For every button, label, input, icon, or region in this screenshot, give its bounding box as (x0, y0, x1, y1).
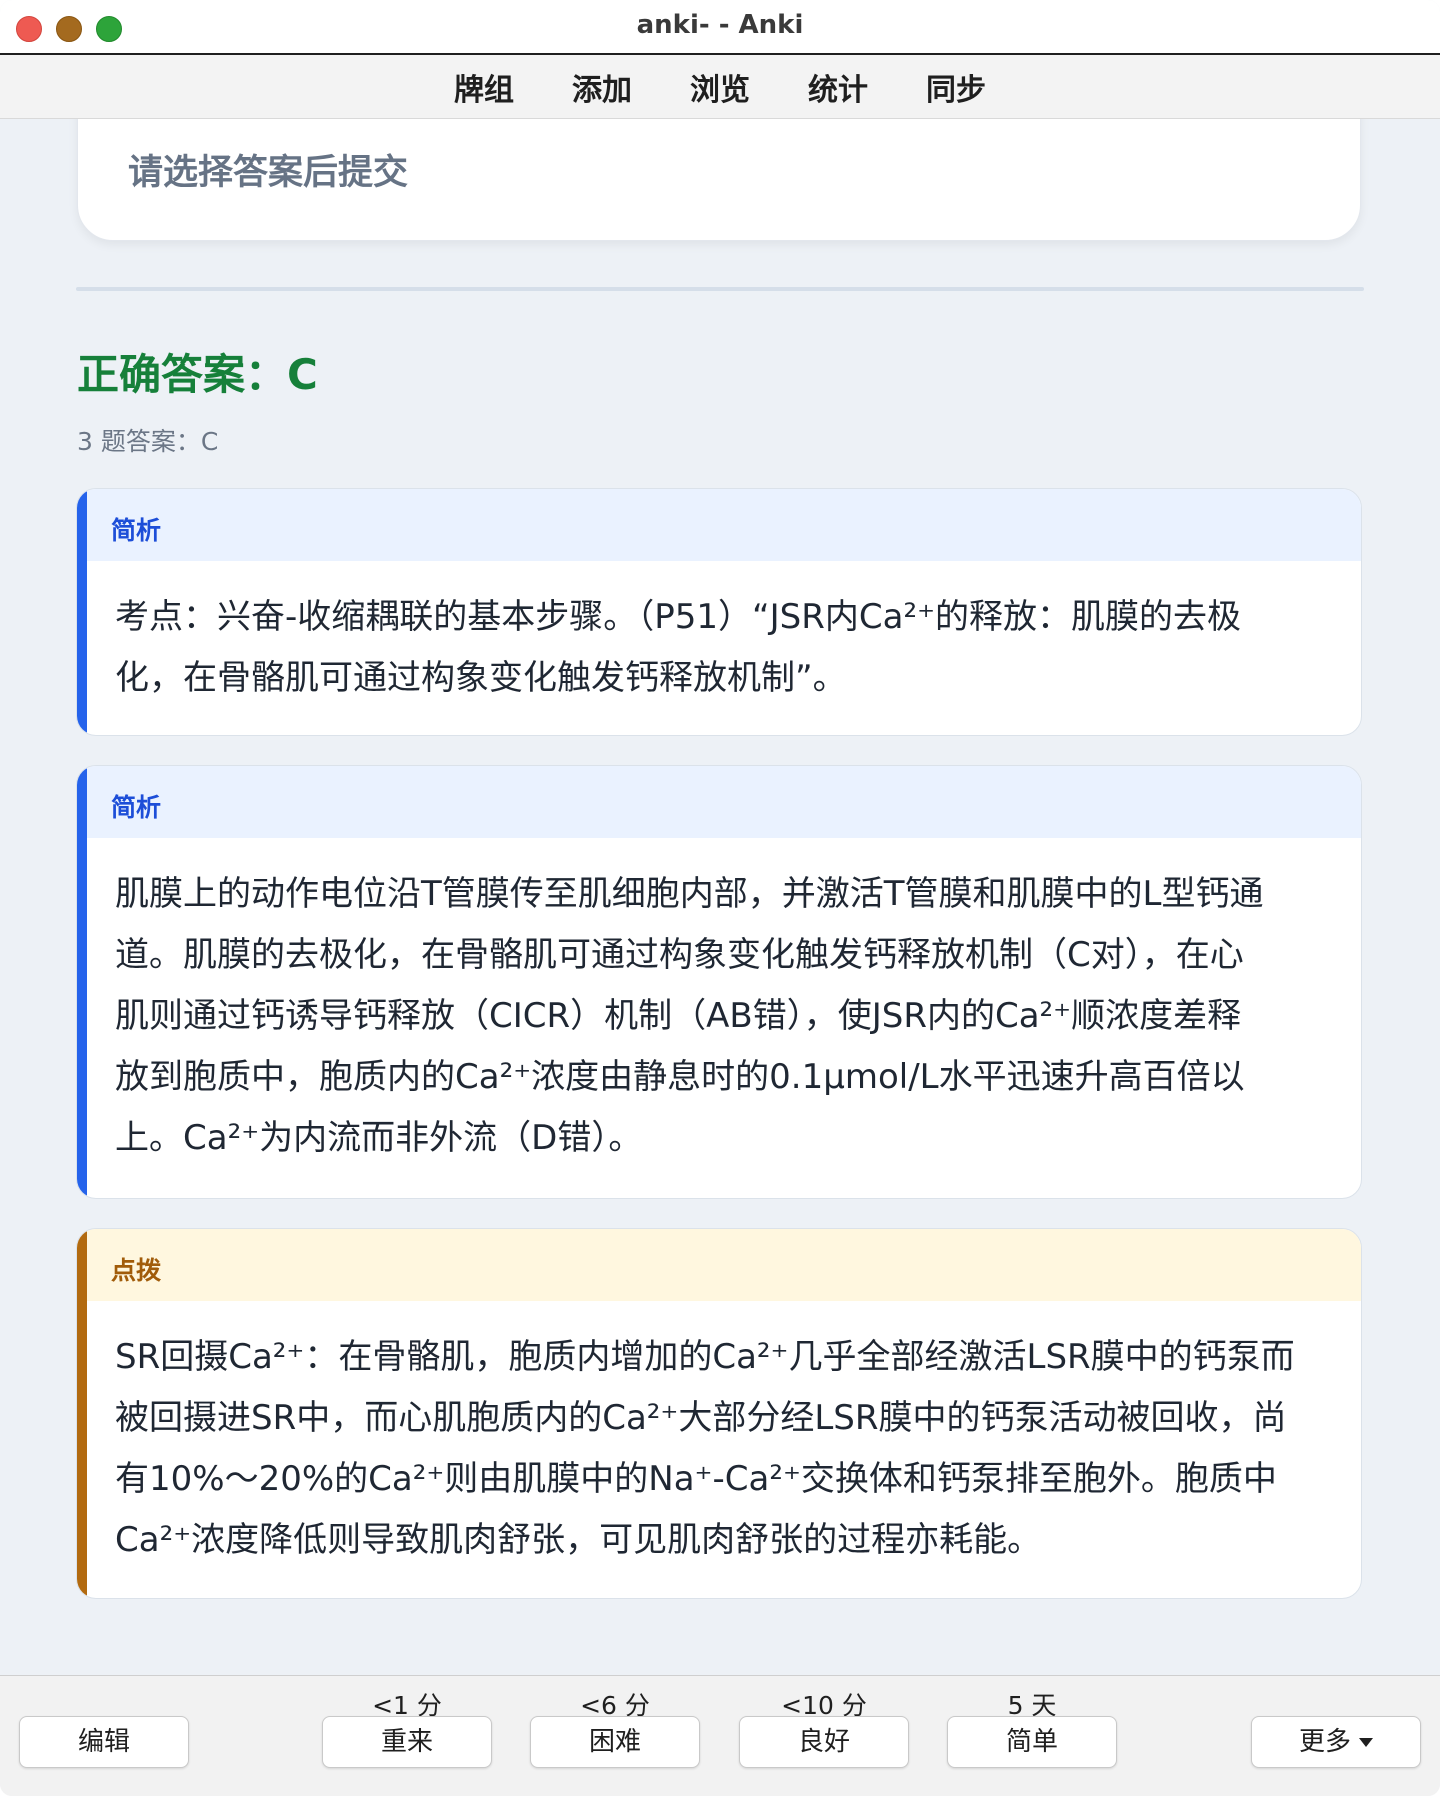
again-button[interactable]: 重来 (322, 1716, 492, 1768)
more-button[interactable]: 更多 (1251, 1716, 1421, 1768)
submit-prompt: 请选择答案后提交 (128, 153, 409, 193)
callout-accent-bar (77, 489, 87, 735)
callout-body: 考点：兴奋-收缩耦联的基本步骤。（P51）“JSR内Ca²⁺的释放：肌膜的去极 … (77, 561, 1361, 709)
chevron-down-icon (1359, 1738, 1373, 1747)
callout-line: 放到胞质中，胞质内的Ca²⁺浓度由静息时的0.1μmol/L水平迅速升高百倍以 (115, 1057, 1245, 1097)
nav-stats[interactable]: 统计 (808, 65, 868, 109)
callout-line: 化，在骨骼肌可通过构象变化触发钙释放机制”。 (115, 658, 847, 698)
card-content[interactable]: 请选择答案后提交 正确答案：C 3 题答案：C 简析 考点：兴奋-收缩耦联的基本… (0, 119, 1440, 1675)
callout-line: 肌则通过钙诱导钙释放（CICR）机制（AB错），使JSR内的Ca²⁺顺浓度差释 (115, 996, 1242, 1036)
callout-body: SR回摄Ca²⁺：在骨骼肌，胞质内增加的Ca²⁺几乎全部经激活LSR膜中的钙泵而… (77, 1301, 1361, 1571)
more-button-label: 更多 (1298, 1727, 1351, 1757)
nav-browse[interactable]: 浏览 (690, 65, 750, 109)
hard-button[interactable]: 困难 (530, 1716, 700, 1768)
callout-line: SR回摄Ca²⁺：在骨骼肌，胞质内增加的Ca²⁺几乎全部经激活LSR膜中的钙泵而 (115, 1337, 1295, 1377)
question-prompt-card: 请选择答案后提交 (77, 119, 1361, 241)
callout-accent-bar (77, 766, 87, 1198)
anki-window: anki- - Anki 牌组 添加 浏览 统计 同步 请选择答案后提交 正确答… (0, 0, 1440, 1796)
callout-accent-bar (77, 1229, 87, 1598)
section-divider (76, 287, 1364, 291)
analysis-callout-1: 简析 考点：兴奋-收缩耦联的基本步骤。（P51）“JSR内Ca²⁺的释放：肌膜的… (76, 488, 1362, 736)
callout-heading: 简析 (77, 766, 1361, 838)
window-title: anki- - Anki (636, 10, 804, 40)
easy-button[interactable]: 简单 (947, 1716, 1117, 1768)
callout-line: 道。肌膜的去极化，在骨骼肌可通过构象变化触发钙释放机制（C对），在心 (115, 935, 1244, 975)
callout-line: 上。Ca²⁺为内流而非外流（D错）。 (115, 1118, 643, 1158)
nav-sync[interactable]: 同步 (926, 65, 986, 109)
callout-line: Ca²⁺浓度降低则导致肌肉舒张，可见肌肉舒张的过程亦耗能。 (115, 1520, 1042, 1560)
callout-line: 被回摄进SR中，而心肌胞质内的Ca²⁺大部分经LSR膜中的钙泵活动被回收，尚 (115, 1398, 1287, 1438)
top-navigation: 牌组 添加 浏览 统计 同步 (0, 55, 1440, 119)
callout-heading: 点拨 (77, 1229, 1361, 1301)
correct-answer-title: 正确答案：C (77, 350, 318, 399)
callout-line: 考点：兴奋-收缩耦联的基本步骤。（P51）“JSR内Ca²⁺的释放：肌膜的去极 (115, 597, 1242, 637)
callout-line: 肌膜上的动作电位沿T管膜传至肌细胞内部，并激活T管膜和肌膜中的L型钙通 (115, 874, 1264, 914)
callout-body: 肌膜上的动作电位沿T管膜传至肌细胞内部，并激活T管膜和肌膜中的L型钙通 道。肌膜… (77, 838, 1361, 1169)
callout-line: 有10%～20%的Ca²⁺则由肌膜中的Na⁺-Ca²⁺交换体和钙泵排至胞外。胞质… (115, 1459, 1277, 1499)
nav-decks[interactable]: 牌组 (454, 65, 514, 109)
analysis-callout-2: 简析 肌膜上的动作电位沿T管膜传至肌细胞内部，并激活T管膜和肌膜中的L型钙通 道… (76, 765, 1362, 1199)
callout-heading: 简析 (77, 489, 1361, 561)
tip-callout: 点拨 SR回摄Ca²⁺：在骨骼肌，胞质内增加的Ca²⁺几乎全部经激活LSR膜中的… (76, 1228, 1362, 1599)
good-button[interactable]: 良好 (739, 1716, 909, 1768)
answer-subtitle: 3 题答案：C (77, 427, 219, 456)
review-bottom-bar: 编辑 <1 分 重来 <6 分 困难 <10 分 良好 5 天 简单 更多 (0, 1675, 1440, 1796)
title-bar: anki- - Anki (0, 0, 1440, 55)
edit-button[interactable]: 编辑 (19, 1716, 189, 1768)
nav-add[interactable]: 添加 (572, 65, 632, 109)
